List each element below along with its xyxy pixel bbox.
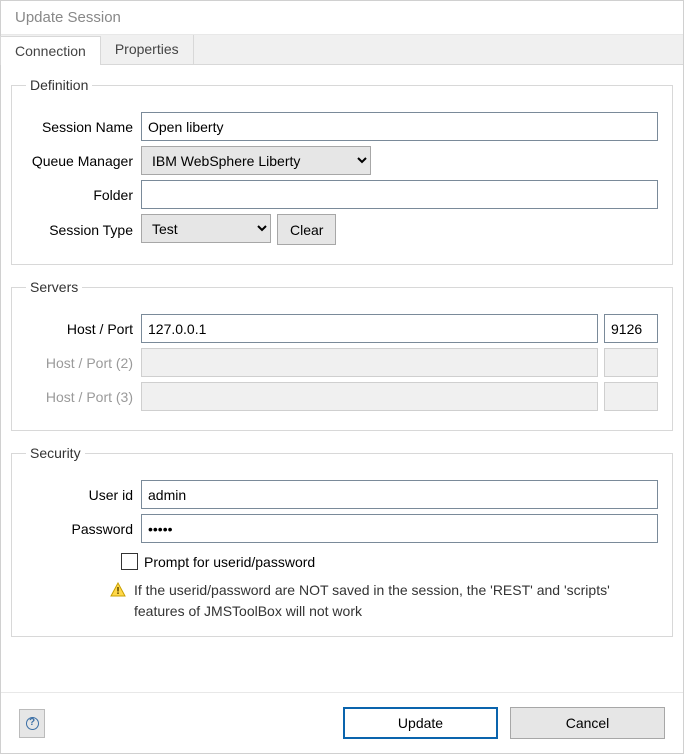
port-1-input[interactable] bbox=[604, 314, 658, 343]
warning-text: If the userid/password are NOT saved in … bbox=[134, 580, 658, 622]
warning-icon bbox=[110, 582, 126, 598]
user-id-label: User id bbox=[26, 487, 141, 503]
help-button[interactable]: ? bbox=[19, 709, 45, 738]
help-icon: ? bbox=[26, 717, 39, 730]
port-3-input bbox=[604, 382, 658, 411]
user-id-input[interactable] bbox=[141, 480, 658, 509]
definition-legend: Definition bbox=[26, 77, 92, 93]
host-port-1-label: Host / Port bbox=[26, 321, 141, 337]
password-input[interactable] bbox=[141, 514, 658, 543]
session-name-input[interactable] bbox=[141, 112, 658, 141]
cancel-button[interactable]: Cancel bbox=[510, 707, 665, 739]
prompt-label: Prompt for userid/password bbox=[144, 554, 315, 570]
servers-group: Servers Host / Port Host / Port (2) Host… bbox=[11, 279, 673, 431]
session-name-label: Session Name bbox=[26, 119, 141, 135]
host-port-3-label: Host / Port (3) bbox=[26, 389, 141, 405]
clear-button[interactable]: Clear bbox=[277, 214, 336, 245]
tab-properties[interactable]: Properties bbox=[101, 35, 194, 64]
security-legend: Security bbox=[26, 445, 85, 461]
update-button[interactable]: Update bbox=[343, 707, 498, 739]
prompt-checkbox[interactable] bbox=[121, 553, 138, 570]
tab-connection[interactable]: Connection bbox=[0, 36, 101, 65]
host-2-input bbox=[141, 348, 598, 377]
folder-label: Folder bbox=[26, 187, 141, 203]
queue-manager-select[interactable]: IBM WebSphere Liberty bbox=[141, 146, 371, 175]
port-2-input bbox=[604, 348, 658, 377]
tab-bar: Connection Properties bbox=[1, 35, 683, 65]
servers-legend: Servers bbox=[26, 279, 82, 295]
session-type-select[interactable]: Test bbox=[141, 214, 271, 243]
queue-manager-label: Queue Manager bbox=[26, 153, 141, 169]
folder-input[interactable] bbox=[141, 180, 658, 209]
button-bar: ? Update Cancel bbox=[1, 692, 683, 753]
tab-panel-connection: Definition Session Name Queue Manager IB… bbox=[1, 65, 683, 692]
window-title: Update Session bbox=[1, 1, 683, 35]
host-3-input bbox=[141, 382, 598, 411]
session-type-label: Session Type bbox=[26, 222, 141, 238]
host-1-input[interactable] bbox=[141, 314, 598, 343]
host-port-2-label: Host / Port (2) bbox=[26, 355, 141, 371]
password-label: Password bbox=[26, 521, 141, 537]
security-group: Security User id Password Prompt for use… bbox=[11, 445, 673, 637]
definition-group: Definition Session Name Queue Manager IB… bbox=[11, 77, 673, 265]
